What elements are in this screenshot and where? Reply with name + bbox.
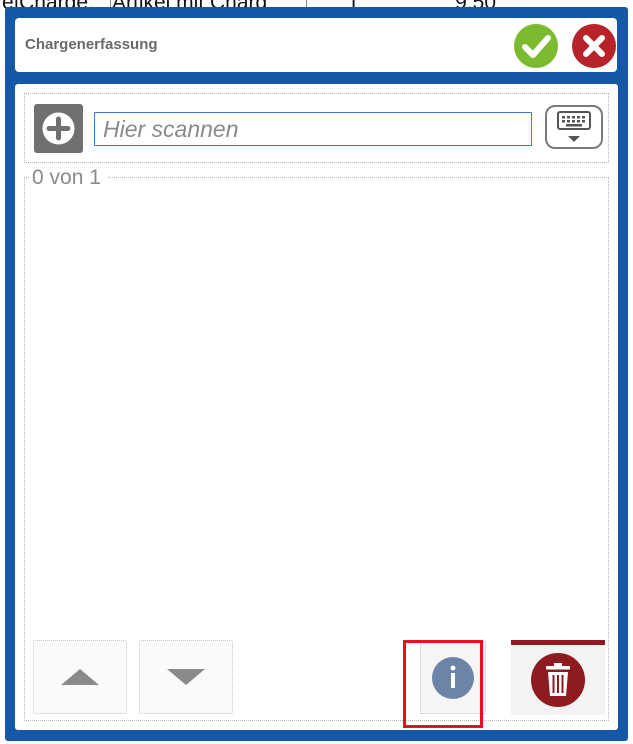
scan-area	[24, 93, 609, 163]
scroll-down-button[interactable]	[139, 640, 233, 714]
close-icon	[583, 35, 605, 57]
close-button[interactable]	[572, 24, 616, 68]
scroll-up-button[interactable]	[33, 640, 127, 714]
info-button[interactable]	[420, 641, 486, 714]
add-batch-button[interactable]	[34, 104, 83, 153]
triangle-up-icon	[61, 669, 99, 685]
batch-entry-dialog: Chargenerfassung Hier scannen 0 von 1	[5, 7, 628, 741]
info-icon	[432, 657, 474, 699]
batch-counter: 0 von 1	[30, 166, 107, 190]
batch-list: 0 von 1	[24, 166, 609, 721]
dialog-title: Chargenerfassung	[25, 36, 158, 53]
keyboard-button[interactable]	[545, 105, 603, 149]
triangle-down-icon	[167, 669, 205, 685]
keyboard-icon	[557, 111, 591, 142]
checkmark-icon	[522, 35, 551, 58]
dialog-content: 0 von 1	[15, 84, 618, 730]
trash-icon	[531, 653, 585, 707]
delete-button[interactable]	[511, 640, 605, 715]
confirm-button[interactable]	[514, 24, 558, 68]
dialog-title-bar: Chargenerfassung	[15, 18, 617, 72]
scan-input[interactable]	[94, 112, 532, 146]
plus-circle-icon	[42, 112, 75, 145]
